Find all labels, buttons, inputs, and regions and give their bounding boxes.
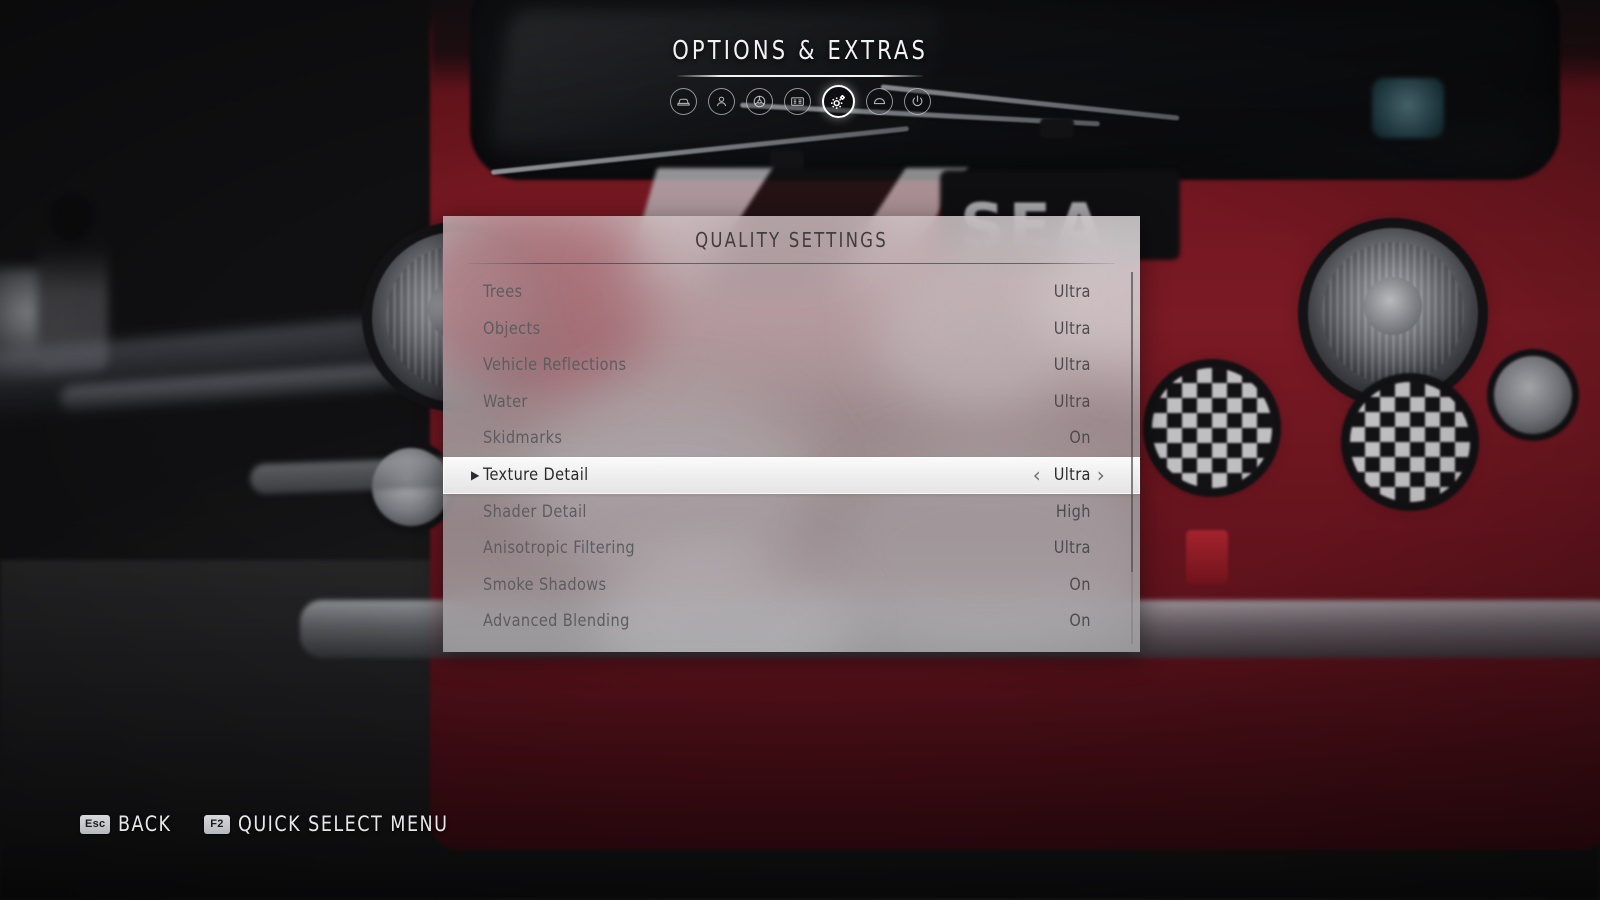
audio-icon bbox=[872, 94, 887, 109]
setting-label: Vehicle Reflections bbox=[483, 355, 627, 376]
selection-marker-icon: ▶ bbox=[471, 468, 480, 482]
chevron-left-icon[interactable]: ‹ bbox=[1028, 465, 1046, 485]
setting-label: Water bbox=[483, 391, 528, 412]
steering-wheel-icon bbox=[752, 94, 767, 109]
hint-label: BACK bbox=[118, 812, 172, 836]
quality-settings-panel: QUALITY SETTINGS ▶Trees‹Ultra›▶Objects‹U… bbox=[443, 216, 1140, 652]
setting-value: Ultra bbox=[1053, 318, 1091, 339]
setting-value: On bbox=[1069, 611, 1091, 632]
setting-label: Objects bbox=[483, 318, 541, 339]
nav-tab-display[interactable] bbox=[783, 88, 811, 115]
game-screen: SEA OPTIONS & EXTRAS bbox=[0, 0, 1600, 900]
panel-divider bbox=[468, 263, 1115, 264]
footer-hint[interactable]: Esc BACK bbox=[80, 812, 176, 836]
setting-label: Smoke Shadows bbox=[483, 574, 607, 595]
setting-label: Anisotropic Filtering bbox=[483, 538, 636, 559]
power-icon bbox=[910, 94, 925, 109]
screen-header: OPTIONS & EXTRAS bbox=[0, 36, 1600, 118]
car-icon bbox=[676, 94, 691, 109]
setting-row[interactable]: ▶Shader Detail‹High› bbox=[443, 494, 1140, 531]
nav-tab-wheel[interactable] bbox=[745, 88, 773, 115]
key-badge: Esc bbox=[80, 814, 111, 834]
header-divider bbox=[677, 75, 923, 77]
setting-value: Ultra bbox=[1053, 391, 1091, 412]
chevron-right-icon[interactable]: › bbox=[1092, 465, 1110, 485]
setting-label: Skidmarks bbox=[483, 428, 563, 449]
panel-title: QUALITY SETTINGS bbox=[695, 228, 888, 252]
setting-label: Trees bbox=[483, 282, 523, 303]
setting-row[interactable]: ▶Smoke Shadows‹On› bbox=[443, 567, 1140, 604]
setting-label: Advanced Blending bbox=[483, 611, 630, 632]
setting-value: On bbox=[1069, 428, 1091, 449]
setting-row-selected[interactable]: ▶ Texture Detail ‹ Ultra › bbox=[443, 456, 1140, 494]
setting-row[interactable]: ▶Advanced Blending‹On› bbox=[443, 603, 1140, 640]
setting-value: Ultra bbox=[1053, 465, 1091, 485]
setting-row[interactable]: ▶Vehicle Reflections‹Ultra› bbox=[443, 347, 1140, 384]
footer-hint-bar: Esc BACK F2 QUICK SELECT MENU bbox=[80, 812, 464, 836]
setting-row[interactable]: ▶Objects‹Ultra› bbox=[443, 311, 1140, 348]
setting-value: High bbox=[1055, 501, 1091, 522]
page-title: OPTIONS & EXTRAS bbox=[672, 36, 928, 66]
setting-label: Texture Detail bbox=[483, 465, 589, 485]
setting-value: Ultra bbox=[1053, 355, 1091, 376]
footer-hint[interactable]: F2 QUICK SELECT MENU bbox=[203, 812, 464, 836]
options-category-nav bbox=[0, 85, 1600, 118]
nav-tab-power[interactable] bbox=[903, 88, 931, 115]
panel-scrollbar[interactable] bbox=[1131, 272, 1133, 644]
gear-icon bbox=[828, 92, 848, 112]
display-icon bbox=[790, 94, 805, 109]
nav-tab-car[interactable] bbox=[669, 88, 697, 115]
key-badge: F2 bbox=[203, 814, 230, 834]
setting-row[interactable]: ▶Anisotropic Filtering‹Ultra› bbox=[443, 530, 1140, 567]
setting-row[interactable]: ▶Water‹Ultra› bbox=[443, 384, 1140, 421]
settings-list: ▶Trees‹Ultra›▶Objects‹Ultra›▶Vehicle Ref… bbox=[443, 274, 1140, 640]
setting-value: On bbox=[1069, 574, 1091, 595]
setting-row[interactable]: ▶Skidmarks‹On› bbox=[443, 420, 1140, 457]
setting-value: Ultra bbox=[1053, 282, 1091, 303]
nav-tab-audio[interactable] bbox=[865, 88, 893, 115]
setting-label: Shader Detail bbox=[483, 501, 587, 522]
hint-label: QUICK SELECT MENU bbox=[237, 812, 449, 836]
nav-tab-driver[interactable] bbox=[707, 88, 735, 115]
setting-value: Ultra bbox=[1053, 538, 1091, 559]
panel-scrollbar-thumb[interactable] bbox=[1131, 272, 1133, 572]
setting-row[interactable]: ▶Trees‹Ultra› bbox=[443, 274, 1140, 311]
nav-tab-graphics-settings[interactable] bbox=[821, 85, 855, 118]
driver-icon bbox=[714, 94, 729, 109]
